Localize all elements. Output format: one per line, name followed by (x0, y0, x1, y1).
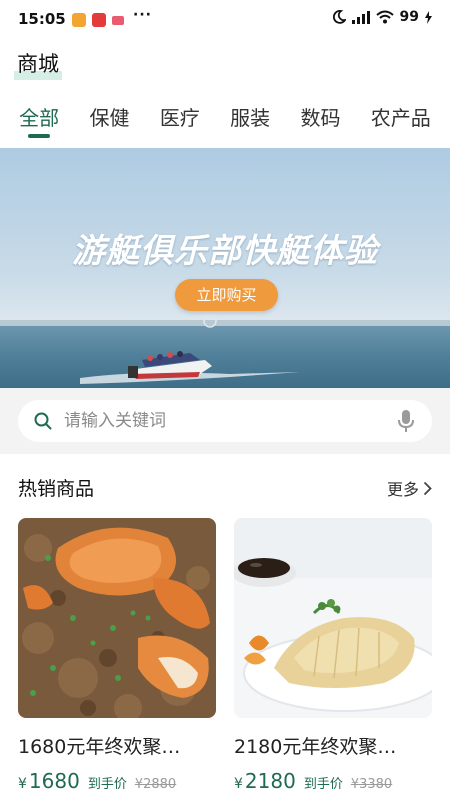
tab-all[interactable]: 全部 (19, 102, 59, 142)
search-icon (34, 412, 52, 430)
search-section (0, 388, 450, 454)
battery-level: 99 (399, 9, 419, 25)
currency-symbol: ¥ (234, 776, 243, 792)
status-right: 99 (332, 9, 432, 25)
product-image[interactable] (18, 518, 216, 718)
crab-rice-image (18, 518, 216, 718)
tab-label: 保健 (89, 106, 130, 130)
product-image[interactable] (234, 518, 432, 718)
original-price: ¥2880 (134, 777, 177, 792)
signal-icon (351, 10, 370, 24)
price-note: 到手价 (303, 777, 343, 792)
product-card[interactable]: 2180元年终欢聚… ¥ 2180 到手价 ¥3380 (234, 518, 432, 793)
product-price: 1680 (28, 769, 80, 793)
wifi-icon (375, 10, 394, 24)
more-link[interactable]: 更多 (387, 476, 432, 500)
section-title: 热销商品 (18, 478, 95, 500)
app-notification-icon (112, 15, 124, 25)
banner-title: 游艇俱乐部快艇体验 (72, 231, 378, 270)
price-row: ¥ 1680 到手价 ¥2880 (18, 769, 216, 793)
search-bar[interactable] (18, 400, 432, 442)
tab-label: 医疗 (159, 106, 200, 130)
tab-digital[interactable]: 数码 (300, 102, 340, 142)
tab-active-indicator (28, 134, 51, 138)
tab-health[interactable]: 保健 (89, 102, 129, 142)
product-price: 2180 (244, 769, 296, 793)
product-name: 2180元年终欢聚… (234, 736, 397, 758)
tab-label: 数码 (300, 106, 341, 130)
currency-symbol: ¥ (18, 776, 27, 792)
app-notification-icon (72, 13, 86, 27)
page-title: 商城 (14, 48, 62, 80)
status-time: 15:05 (18, 10, 66, 28)
battery-icon (425, 10, 432, 24)
mic-icon[interactable] (397, 409, 415, 433)
app-notification-icon (92, 13, 106, 27)
product-name: 1680元年终欢聚… (18, 736, 181, 758)
price-row: ¥ 2180 到手价 ¥3380 (234, 769, 432, 793)
notification-icons (72, 13, 124, 27)
chicken-dish-image (234, 518, 432, 718)
moon-icon (332, 10, 346, 24)
price-note: 到手价 (87, 777, 127, 792)
chevron-right-icon (423, 481, 432, 495)
status-more: ··· (133, 7, 152, 23)
tab-medical[interactable]: 医疗 (160, 102, 200, 142)
search-input[interactable] (64, 400, 384, 442)
buy-now-button[interactable]: 立即购买 (175, 279, 278, 311)
tab-farm-products[interactable]: 农产品 (371, 102, 431, 142)
tab-clothing[interactable]: 服装 (230, 102, 270, 142)
original-price: ¥3380 (350, 777, 393, 792)
tab-label: 服装 (230, 106, 271, 130)
tab-label: 全部 (19, 106, 60, 130)
status-bar: 15:05 ··· 99 (0, 0, 450, 40)
tab-label: 农产品 (370, 106, 431, 130)
product-card[interactable]: 1680元年终欢聚… ¥ 1680 到手价 ¥2880 (18, 518, 216, 793)
promo-banner[interactable]: 游艇俱乐部快艇体验 立即购买 (0, 148, 450, 388)
category-tabs: 全部 保健 医疗 服装 数码 农产品 (0, 102, 450, 142)
more-label: 更多 (386, 480, 419, 499)
